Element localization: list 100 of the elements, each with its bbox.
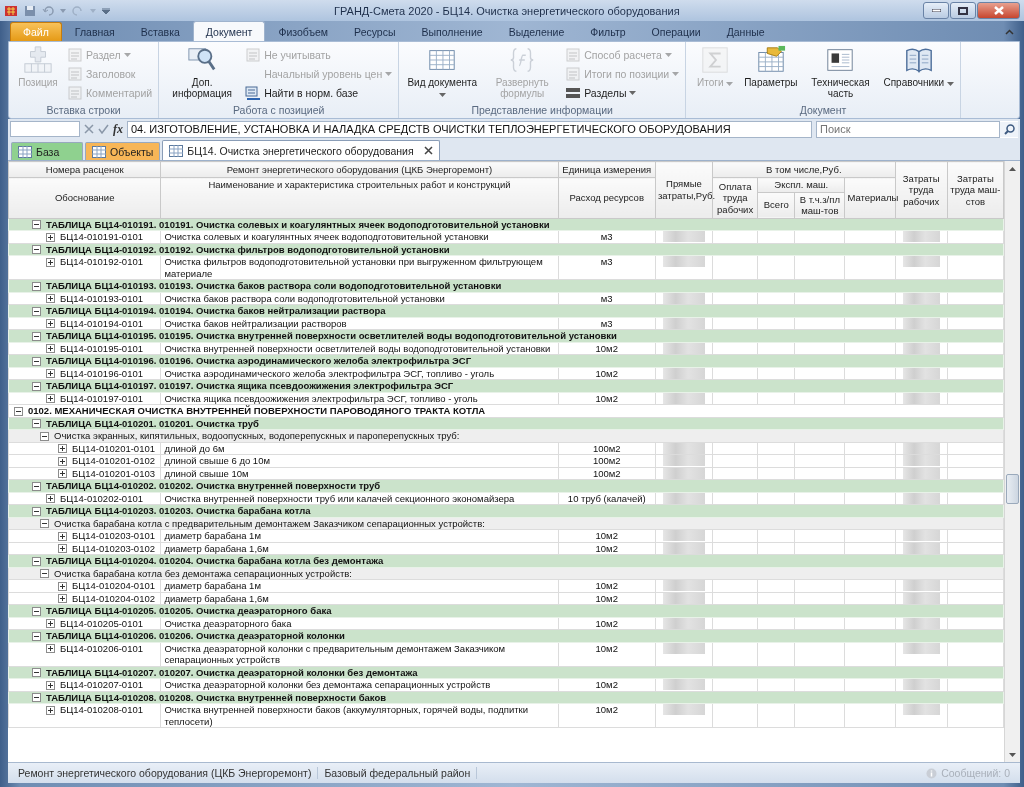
document-tab[interactable]: Объекты: [85, 142, 161, 160]
document-tab[interactable]: БЦ14. Очистка энергетического оборудования: [162, 140, 440, 160]
tree-toggle[interactable]: [46, 294, 55, 304]
tree-toggle[interactable]: [40, 569, 49, 579]
tree-toggle[interactable]: [32, 693, 41, 703]
table-heading: ТАБЛИЦА БЦ14-010197. 010197. Очистка ящика псевдоожижения электрофильтра ЭСГ: [46, 380, 454, 392]
ribbon-tab[interactable]: Выполнение: [408, 22, 496, 41]
tree-toggle[interactable]: [32, 631, 41, 641]
unit: 10м2: [558, 642, 656, 666]
rate-code: БЦ14-010201-0103: [72, 467, 155, 479]
tree-toggle[interactable]: [46, 319, 55, 329]
blurred-value: [902, 256, 940, 267]
tree-toggle[interactable]: [14, 406, 23, 416]
table-heading: ТАБЛИЦА БЦ14-010196. 010196. Очистка аэродинамического желоба электрофильтра ЭСГ: [46, 355, 472, 367]
formula-field[interactable]: 04. ИЗГОТОВЛЕНИЕ, УСТАНОВКА И НАЛАДКА СРЕДСТВ ОЧИСТКИ ТЕПЛОЭНЕРГЕТИЧЕСКОГО ОБОРУДОВАНИЯ: [127, 120, 812, 138]
rate-code: БЦ14-010203-0101: [72, 530, 155, 542]
tree-toggle[interactable]: [32, 245, 41, 255]
ribbon-tab[interactable]: Вставка: [127, 22, 193, 41]
ribbon-tab[interactable]: Документ: [192, 21, 266, 41]
close-tab-icon[interactable]: [423, 146, 433, 155]
ribbon-group-title: Работа с позицией: [231, 104, 326, 118]
blurred-value: [662, 704, 706, 715]
ribbon-button[interactable]: Справочники: [881, 44, 956, 104]
tree-toggle[interactable]: [32, 606, 41, 616]
scrollbar-thumb[interactable]: [1006, 473, 1019, 504]
save-icon[interactable]: [24, 4, 36, 17]
close-button[interactable]: [977, 2, 1020, 19]
tree-toggle[interactable]: [58, 456, 67, 466]
scrollbar[interactable]: [1004, 161, 1020, 762]
tree-toggle[interactable]: [32, 381, 41, 391]
rate-code: БЦ14-010201-0101: [72, 442, 155, 454]
ribbon-tab[interactable]: Главная: [61, 22, 128, 41]
down-arrow-icon[interactable]: [1009, 752, 1016, 757]
up-arrow-icon[interactable]: [1009, 166, 1016, 171]
tree-toggle[interactable]: [32, 306, 41, 316]
ribbon-tab[interactable]: Физобъем: [265, 22, 342, 41]
rate-code: БЦ14-010201-0102: [72, 455, 155, 467]
tree-toggle[interactable]: [40, 431, 49, 441]
tree-toggle[interactable]: [46, 705, 55, 715]
tree-toggle[interactable]: [46, 257, 55, 267]
ribbon-tab[interactable]: Ресурсы: [341, 22, 409, 41]
tree-toggle[interactable]: [46, 394, 55, 404]
tree-toggle[interactable]: [32, 506, 41, 516]
table-heading: ТАБЛИЦА БЦ14-010201. 010201. Очистка труб: [46, 417, 259, 429]
close-icon: [993, 6, 1004, 15]
tree-toggle[interactable]: [46, 494, 55, 504]
tree-toggle[interactable]: [46, 644, 55, 654]
tree-toggle[interactable]: [32, 281, 41, 291]
tree-toggle[interactable]: [40, 519, 49, 529]
tree-toggle[interactable]: [32, 356, 41, 366]
tree-toggle[interactable]: [58, 581, 67, 591]
function-label[interactable]: fx: [113, 121, 123, 137]
tree-toggle[interactable]: [46, 369, 55, 379]
rate-code: БЦ14-010197-0101: [60, 392, 143, 404]
sigma-icon: [700, 45, 731, 75]
check-icon[interactable]: [98, 124, 109, 134]
tree-toggle[interactable]: [32, 220, 41, 230]
customize-icon[interactable]: [102, 7, 110, 14]
tree-toggle[interactable]: [46, 344, 55, 354]
ribbon-tab[interactable]: Данные: [713, 22, 778, 41]
tree-toggle[interactable]: [58, 594, 67, 604]
rate-code: БЦ14-010193-0101: [60, 292, 143, 304]
tree-toggle[interactable]: [46, 232, 55, 242]
ribbon-tab[interactable]: Операции: [638, 22, 714, 41]
tree-toggle[interactable]: [46, 619, 55, 629]
ribbon-button[interactable]: Вид документа: [403, 44, 482, 104]
tree-toggle[interactable]: [46, 680, 55, 690]
tree-toggle[interactable]: [58, 544, 67, 554]
blurred-value: [902, 542, 940, 554]
column-header: Прямые затраты,Руб.: [655, 161, 713, 218]
tree-toggle[interactable]: [32, 331, 41, 341]
ribbon-tab[interactable]: Фильтр: [577, 22, 639, 41]
search-button[interactable]: [1000, 121, 1018, 137]
collapse-ribbon-icon[interactable]: [1005, 29, 1014, 35]
grid-icon: [18, 145, 32, 158]
tree-toggle[interactable]: [32, 481, 41, 491]
tree-toggle[interactable]: [32, 556, 41, 566]
ribbon-button[interactable]: Параметры: [742, 44, 800, 104]
rate-code: БЦ14-010206-0101: [60, 642, 143, 654]
blurred-value: [662, 492, 706, 504]
ribbon-button[interactable]: Разделы: [563, 84, 682, 103]
cell-name-field[interactable]: [10, 121, 80, 137]
tree-toggle[interactable]: [58, 531, 67, 541]
ribbon-button[interactable]: Доп. информация: [163, 44, 242, 104]
tree-toggle[interactable]: [32, 668, 41, 678]
list-icon: [565, 46, 582, 63]
blurred-value: [902, 704, 940, 715]
ribbon-button[interactable]: Техническая часть: [801, 44, 880, 104]
ribbon-button[interactable]: Найти в норм. базе: [243, 83, 395, 102]
tree-toggle[interactable]: [32, 419, 41, 429]
blurred-value: [902, 231, 940, 242]
table-heading: ТАБЛИЦА БЦ14-010202. 010202. Очистка внутренней поверхности труб: [46, 480, 381, 492]
work-name: длиной до 6м: [160, 442, 559, 455]
document-tab[interactable]: База: [11, 142, 83, 160]
search-field[interactable]: Поиск: [816, 120, 1000, 138]
tree-toggle[interactable]: [58, 469, 67, 479]
tree-toggle[interactable]: [58, 444, 67, 454]
ribbon-tab[interactable]: Выделение: [495, 22, 578, 41]
maximize-button[interactable]: [950, 2, 976, 19]
work-name: Очистка ящика псевдоожижения электрофильтра ЭСГ, топливо - уголь: [160, 392, 559, 405]
